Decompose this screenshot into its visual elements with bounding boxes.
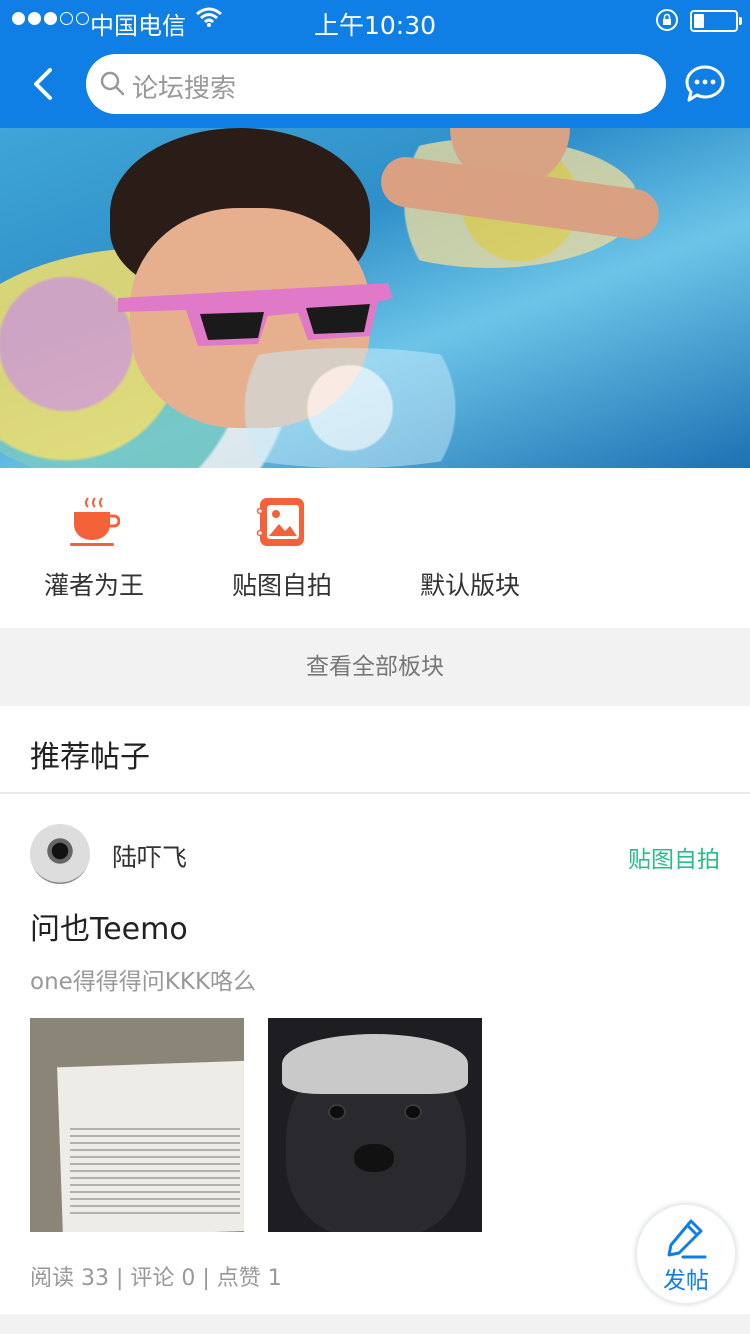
new-post-button[interactable]: 发帖 (636, 1204, 736, 1304)
forum-search-input[interactable]: 论坛搜索 (86, 54, 666, 114)
rotation-lock-icon (656, 9, 678, 31)
post-image-badger[interactable] (268, 1018, 482, 1232)
category-default[interactable]: 默认版块 (376, 468, 564, 628)
view-all-boards-button[interactable]: 查看全部板块 (0, 628, 750, 706)
back-chevron-icon[interactable] (26, 62, 62, 106)
post-title[interactable]: 问也Teemo (30, 904, 188, 948)
post-author[interactable]: 陆吓飞 (112, 838, 187, 874)
recommended-posts-header: 推荐帖子 (0, 706, 750, 794)
status-bar: 中国电信 上午10:30 (0, 0, 750, 40)
avatar[interactable] (30, 824, 90, 884)
category-label: 贴图自拍 (231, 571, 332, 600)
search-icon (100, 71, 125, 96)
post-card[interactable]: 陆吓飞 贴图自拍 问也Teemo one得得得问KKK咯么 阅读 33 | 评论… (0, 796, 750, 1314)
board-categories: 灌者为王 贴图自拍 默认版块 (0, 468, 750, 628)
status-time: 上午10:30 (313, 11, 437, 40)
new-post-label: 发帖 (663, 1268, 709, 1294)
post-image-book[interactable] (30, 1018, 244, 1232)
post-stats: 阅读 33 | 评论 0 | 点赞 1 (30, 1266, 282, 1291)
post-board-tag[interactable]: 贴图自拍 (628, 840, 720, 874)
category-label: 默认版块 (419, 571, 520, 600)
section-title: 推荐帖子 (30, 740, 150, 775)
pencil-icon (667, 1219, 707, 1259)
battery-icon (690, 10, 742, 32)
divider (0, 1314, 750, 1334)
coffee-cup-icon (70, 497, 120, 546)
category-guanzhe[interactable]: 灌者为王 (0, 468, 188, 628)
chat-bubble-icon[interactable] (684, 64, 726, 104)
category-tietu[interactable]: 贴图自拍 (188, 468, 376, 628)
banner-image[interactable] (0, 128, 750, 468)
search-placeholder: 论坛搜索 (132, 74, 237, 104)
app-header: 中国电信 上午10:30 论坛搜索 (0, 0, 750, 128)
category-label: 灌者为王 (43, 571, 144, 600)
post-summary: one得得得问KKK咯么 (30, 969, 257, 995)
photo-album-icon (256, 498, 304, 546)
